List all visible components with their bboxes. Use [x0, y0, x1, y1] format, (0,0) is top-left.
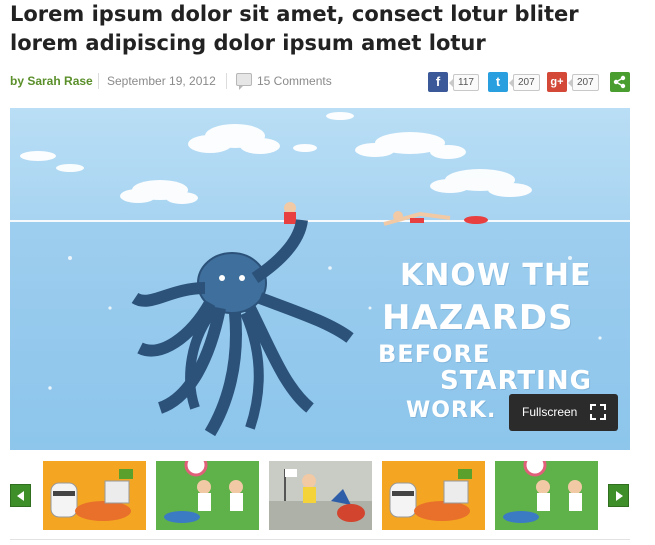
google-plus-icon[interactable]: g+: [547, 72, 567, 92]
expand-icon: [590, 404, 606, 420]
gallery-thumbnail[interactable]: [382, 461, 485, 530]
fullscreen-button[interactable]: Fullscreen: [509, 394, 618, 431]
meta-divider: [98, 73, 99, 89]
divider: [10, 539, 630, 540]
article-meta: by Sarah Rase September 19, 2012 15 Comm…: [10, 72, 630, 92]
comment-icon: [236, 73, 252, 90]
illustration-text: HAZARDS: [382, 298, 574, 338]
gallery-thumbnail[interactable]: [495, 461, 598, 530]
share-icon[interactable]: [610, 72, 630, 92]
twitter-count: 207: [509, 74, 540, 91]
arrow-left-icon[interactable]: [10, 484, 31, 507]
illustration-text: KNOW THE: [400, 258, 592, 293]
twitter-icon[interactable]: t: [488, 72, 508, 92]
illustration-text: WORK.: [406, 398, 497, 423]
publish-date: September 19, 2012: [107, 74, 216, 88]
facebook-icon[interactable]: f: [428, 72, 448, 92]
gallery-thumbnail[interactable]: [269, 461, 372, 530]
illustration-text: STARTING: [440, 366, 592, 396]
author-link[interactable]: by Sarah Rase: [10, 74, 93, 88]
facebook-count: 117: [449, 74, 479, 91]
gallery-strip: [10, 460, 630, 532]
google-plus-count: 207: [568, 74, 599, 91]
fullscreen-label: Fullscreen: [522, 405, 578, 419]
meta-divider: [226, 73, 227, 89]
comments-link[interactable]: 15 Comments: [257, 74, 332, 88]
gallery-thumbnail[interactable]: [156, 461, 259, 530]
illustration-text: BEFORE: [378, 340, 491, 368]
arrow-right-icon[interactable]: [608, 484, 629, 507]
article-title: Lorem ipsum dolor sit amet, consect lotu…: [10, 2, 579, 55]
gallery-thumbnail[interactable]: [43, 461, 146, 530]
